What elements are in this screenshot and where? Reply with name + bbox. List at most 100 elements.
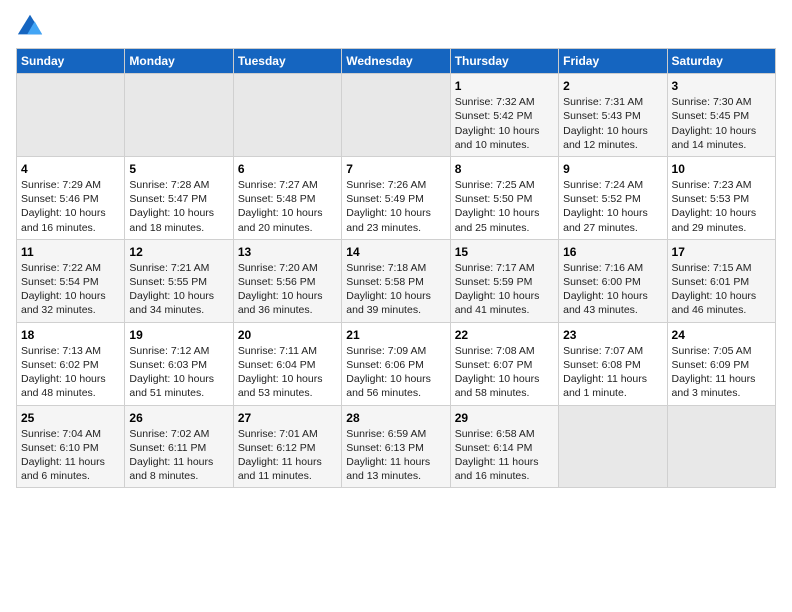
header-day-sunday: Sunday — [17, 49, 125, 74]
day-number: 5 — [129, 161, 228, 177]
day-number: 28 — [346, 410, 445, 426]
day-info: Daylight: 10 hours — [129, 206, 228, 220]
day-info: Sunset: 6:11 PM — [129, 441, 228, 455]
week-row-0: 1Sunrise: 7:32 AMSunset: 5:42 PMDaylight… — [17, 74, 776, 157]
day-number: 1 — [455, 78, 554, 94]
day-info: Sunset: 6:08 PM — [563, 358, 662, 372]
day-number: 21 — [346, 327, 445, 343]
calendar-header: SundayMondayTuesdayWednesdayThursdayFrid… — [17, 49, 776, 74]
header — [16, 12, 776, 40]
day-info: and 18 minutes. — [129, 221, 228, 235]
day-info: Sunset: 5:54 PM — [21, 275, 120, 289]
day-info: Sunrise: 7:05 AM — [672, 344, 771, 358]
calendar-cell — [233, 74, 341, 157]
calendar-cell: 27Sunrise: 7:01 AMSunset: 6:12 PMDayligh… — [233, 405, 341, 488]
day-info: Daylight: 10 hours — [563, 124, 662, 138]
day-number: 12 — [129, 244, 228, 260]
day-info: Sunrise: 7:22 AM — [21, 261, 120, 275]
day-info: Sunrise: 6:59 AM — [346, 427, 445, 441]
calendar-cell: 26Sunrise: 7:02 AMSunset: 6:11 PMDayligh… — [125, 405, 233, 488]
day-info: Sunset: 5:55 PM — [129, 275, 228, 289]
day-info: Sunset: 5:42 PM — [455, 109, 554, 123]
day-info: Sunrise: 7:08 AM — [455, 344, 554, 358]
day-info: Sunrise: 7:31 AM — [563, 95, 662, 109]
day-info: and 16 minutes. — [455, 469, 554, 483]
day-info: Sunset: 5:46 PM — [21, 192, 120, 206]
day-info: Daylight: 10 hours — [21, 372, 120, 386]
day-info: Sunrise: 7:13 AM — [21, 344, 120, 358]
day-info: Sunset: 6:10 PM — [21, 441, 120, 455]
day-info: and 8 minutes. — [129, 469, 228, 483]
header-day-tuesday: Tuesday — [233, 49, 341, 74]
day-info: Daylight: 11 hours — [563, 372, 662, 386]
day-info: Sunrise: 7:21 AM — [129, 261, 228, 275]
day-info: Sunrise: 7:17 AM — [455, 261, 554, 275]
day-info: Daylight: 10 hours — [672, 124, 771, 138]
day-info: Sunrise: 6:58 AM — [455, 427, 554, 441]
day-info: and 51 minutes. — [129, 386, 228, 400]
day-info: and 32 minutes. — [21, 303, 120, 317]
day-info: and 23 minutes. — [346, 221, 445, 235]
day-info: and 48 minutes. — [21, 386, 120, 400]
day-info: Sunrise: 7:18 AM — [346, 261, 445, 275]
day-number: 13 — [238, 244, 337, 260]
day-number: 14 — [346, 244, 445, 260]
calendar-cell: 6Sunrise: 7:27 AMSunset: 5:48 PMDaylight… — [233, 156, 341, 239]
day-info: Sunrise: 7:04 AM — [21, 427, 120, 441]
day-info: Daylight: 10 hours — [455, 372, 554, 386]
day-info: and 11 minutes. — [238, 469, 337, 483]
day-info: and 1 minute. — [563, 386, 662, 400]
header-day-saturday: Saturday — [667, 49, 775, 74]
day-info: Daylight: 10 hours — [21, 206, 120, 220]
logo-icon — [16, 12, 44, 40]
calendar-cell: 20Sunrise: 7:11 AMSunset: 6:04 PMDayligh… — [233, 322, 341, 405]
calendar-cell: 2Sunrise: 7:31 AMSunset: 5:43 PMDaylight… — [559, 74, 667, 157]
day-number: 2 — [563, 78, 662, 94]
day-info: Daylight: 10 hours — [672, 206, 771, 220]
day-number: 3 — [672, 78, 771, 94]
day-info: Daylight: 10 hours — [129, 289, 228, 303]
day-info: Sunset: 6:00 PM — [563, 275, 662, 289]
calendar-cell: 14Sunrise: 7:18 AMSunset: 5:58 PMDayligh… — [342, 239, 450, 322]
day-info: Sunset: 5:43 PM — [563, 109, 662, 123]
header-day-wednesday: Wednesday — [342, 49, 450, 74]
day-info: and 14 minutes. — [672, 138, 771, 152]
calendar-cell: 24Sunrise: 7:05 AMSunset: 6:09 PMDayligh… — [667, 322, 775, 405]
day-info: Sunset: 6:04 PM — [238, 358, 337, 372]
day-info: Sunset: 6:03 PM — [129, 358, 228, 372]
day-number: 16 — [563, 244, 662, 260]
day-info: Daylight: 10 hours — [455, 124, 554, 138]
day-info: Sunrise: 7:24 AM — [563, 178, 662, 192]
calendar-cell: 16Sunrise: 7:16 AMSunset: 6:00 PMDayligh… — [559, 239, 667, 322]
calendar-cell: 11Sunrise: 7:22 AMSunset: 5:54 PMDayligh… — [17, 239, 125, 322]
day-number: 25 — [21, 410, 120, 426]
day-info: and 25 minutes. — [455, 221, 554, 235]
day-info: Sunrise: 7:20 AM — [238, 261, 337, 275]
week-row-2: 11Sunrise: 7:22 AMSunset: 5:54 PM Dayligh… — [17, 239, 776, 322]
calendar-cell: 1Sunrise: 7:32 AMSunset: 5:42 PMDaylight… — [450, 74, 558, 157]
day-info: and 29 minutes. — [672, 221, 771, 235]
day-number: 11 — [21, 244, 120, 260]
day-info: Daylight: 10 hours — [672, 289, 771, 303]
day-info: Sunrise: 7:25 AM — [455, 178, 554, 192]
day-info: Daylight: 11 hours — [672, 372, 771, 386]
header-day-monday: Monday — [125, 49, 233, 74]
day-info: and 39 minutes. — [346, 303, 445, 317]
calendar-cell: 21Sunrise: 7:09 AMSunset: 6:06 PMDayligh… — [342, 322, 450, 405]
day-number: 4 — [21, 161, 120, 177]
calendar-cell: 17Sunrise: 7:15 AMSunset: 6:01 PMDayligh… — [667, 239, 775, 322]
day-info: Sunset: 5:49 PM — [346, 192, 445, 206]
day-info: Sunset: 5:50 PM — [455, 192, 554, 206]
day-number: 7 — [346, 161, 445, 177]
calendar-cell: 25Sunrise: 7:04 AMSunset: 6:10 PMDayligh… — [17, 405, 125, 488]
day-number: 23 — [563, 327, 662, 343]
day-number: 20 — [238, 327, 337, 343]
day-number: 27 — [238, 410, 337, 426]
day-info: Daylight: 10 hours — [129, 372, 228, 386]
day-number: 10 — [672, 161, 771, 177]
calendar-cell: 7Sunrise: 7:26 AMSunset: 5:49 PMDaylight… — [342, 156, 450, 239]
day-info: and 46 minutes. — [672, 303, 771, 317]
day-info: and 53 minutes. — [238, 386, 337, 400]
day-info: Daylight: 11 hours — [21, 455, 120, 469]
day-info: Sunset: 5:48 PM — [238, 192, 337, 206]
